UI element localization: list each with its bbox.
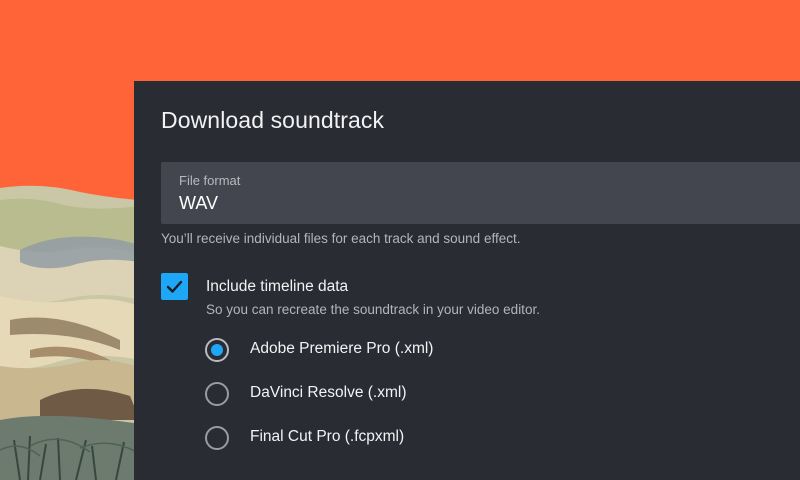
include-timeline-description: So you can recreate the soundtrack in yo… xyxy=(206,302,540,317)
include-timeline-checkbox[interactable] xyxy=(161,273,188,300)
radio-option-davinci[interactable]: DaVinci Resolve (.xml) xyxy=(205,382,605,410)
download-soundtrack-dialog: Download soundtrack File format WAV You’… xyxy=(134,81,800,480)
checkmark-icon xyxy=(166,280,183,293)
radio-button[interactable] xyxy=(205,426,229,450)
file-format-value: WAV xyxy=(179,193,218,213)
file-format-select[interactable]: File format WAV xyxy=(161,162,800,224)
radio-label-davinci: DaVinci Resolve (.xml) xyxy=(250,384,407,401)
radio-button[interactable] xyxy=(205,382,229,406)
include-timeline-label[interactable]: Include timeline data xyxy=(206,278,348,296)
radio-option-final-cut[interactable]: Final Cut Pro (.fcpxml) xyxy=(205,426,605,454)
landscape-collage-image xyxy=(0,185,140,480)
radio-label-final-cut: Final Cut Pro (.fcpxml) xyxy=(250,428,405,445)
file-format-helper-text: You’ll receive individual files for each… xyxy=(161,231,521,246)
radio-dot xyxy=(211,344,223,356)
dialog-title: Download soundtrack xyxy=(161,107,385,133)
radio-button-selected[interactable] xyxy=(205,338,229,362)
file-format-label: File format xyxy=(179,173,241,188)
radio-option-premiere[interactable]: Adobe Premiere Pro (.xml) xyxy=(205,338,605,366)
radio-label-premiere: Adobe Premiere Pro (.xml) xyxy=(250,340,434,357)
